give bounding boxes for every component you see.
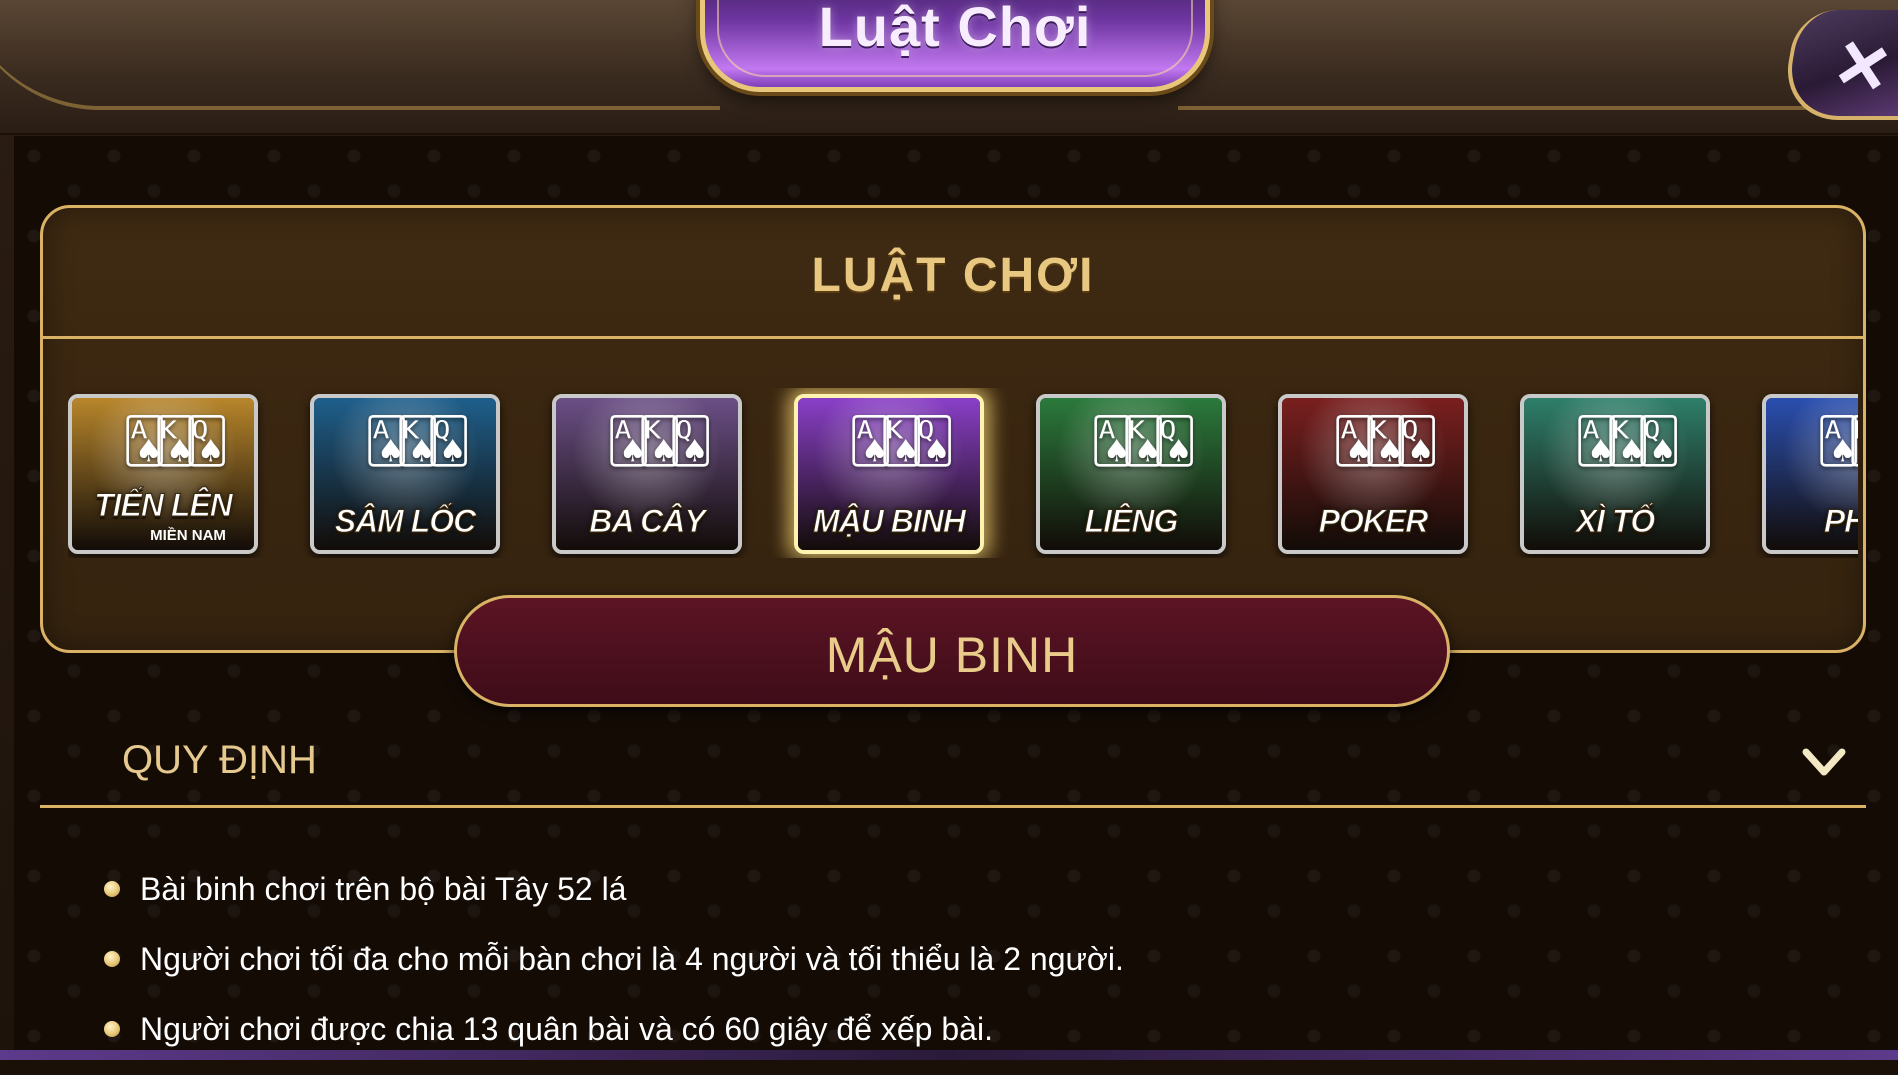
panel-divider bbox=[43, 336, 1863, 339]
section-title: QUY ĐỊNH bbox=[122, 738, 317, 782]
panel-title: LUẬT CHƠI bbox=[811, 249, 1095, 302]
rule-item: Bài binh chơi trên bộ bài Tây 52 lá bbox=[100, 865, 1800, 935]
rule-text: Người chơi được chia 13 quân bài và có 6… bbox=[140, 1011, 993, 1047]
game-tile[interactable]: 🂡🂮🂭 POKER bbox=[1278, 394, 1468, 554]
chevron-down-icon[interactable] bbox=[1800, 742, 1848, 782]
window-bottom-border bbox=[0, 1050, 1898, 1060]
game-tile-label: LIÊNG bbox=[1084, 503, 1179, 540]
window-title: Luật Chơi bbox=[818, 0, 1092, 58]
playing-cards-icon: 🂡🂮🂭 bbox=[1090, 417, 1197, 466]
game-tile[interactable]: 🂡🂮🂭 BA CÂY bbox=[552, 394, 742, 554]
game-tile-label: TIẾN LÊN bbox=[94, 487, 234, 524]
bullet-icon bbox=[104, 1021, 120, 1037]
header-ornament-left bbox=[0, 0, 720, 110]
game-tile[interactable]: 🂡🂮🂭 TIẾN LÊN MIỀN NAM bbox=[68, 394, 258, 554]
game-tile-label: BA CÂY bbox=[589, 503, 706, 540]
playing-cards-icon: 🂡🂮🂭 bbox=[122, 417, 229, 466]
rule-text: Bài binh chơi trên bộ bài Tây 52 lá bbox=[140, 871, 627, 907]
playing-cards-icon: 🂡🂮🂭 bbox=[1574, 417, 1681, 466]
rule-item: Người chơi tối đa cho mỗi bàn chơi là 4 … bbox=[100, 935, 1800, 1005]
playing-cards-icon: 🂡🂮🂭 bbox=[364, 417, 471, 466]
game-tile[interactable]: 🂡🂮🂭 MẬU BINH bbox=[794, 394, 984, 554]
game-tile-label: PHỎ bbox=[1823, 503, 1858, 540]
bullet-icon bbox=[104, 881, 120, 897]
rule-item: Người chơi được chia 13 quân bài và có 6… bbox=[100, 1005, 1800, 1075]
rule-text: Người chơi tối đa cho mỗi bàn chơi là 4 … bbox=[140, 941, 1124, 977]
bullet-icon bbox=[104, 951, 120, 967]
game-selector-panel: LUẬT CHƠI 🂡🂮🂭 TIẾN LÊN MIỀN NAM 🂡🂮🂭 SÂM LỐC 🂡… bbox=[40, 205, 1866, 653]
game-tile[interactable]: 🂡🂮🂭 XÌ TỐ bbox=[1520, 394, 1710, 554]
rules-window: Luật Chơi × LUẬT CHƠI 🂡🂮🂭 TIẾN LÊN MIỀN NA… bbox=[0, 0, 1898, 1060]
game-tile-label: POKER bbox=[1318, 503, 1429, 540]
game-tile[interactable]: 🂡🂮🂭 PHỎ bbox=[1762, 394, 1858, 554]
game-tile-label: MẬU BINH bbox=[813, 503, 967, 540]
rules-section-header[interactable]: QUY ĐỊNH bbox=[40, 730, 1866, 810]
selected-game-banner: MẬU BINH bbox=[454, 595, 1450, 707]
selected-game-name: MẬU BINH bbox=[825, 627, 1079, 683]
game-tile-label: SÂM LỐC bbox=[334, 503, 477, 540]
playing-cards-icon: 🂡🂮🂭 bbox=[1816, 417, 1858, 466]
game-tile[interactable]: 🂡🂮🂭 LIÊNG bbox=[1036, 394, 1226, 554]
game-tile[interactable]: 🂡🂮🂭 SÂM LỐC bbox=[310, 394, 500, 554]
playing-cards-icon: 🂡🂮🂭 bbox=[848, 417, 955, 466]
rules-list: Bài binh chơi trên bộ bài Tây 52 lá Ngườ… bbox=[100, 865, 1800, 1075]
playing-cards-icon: 🂡🂮🂭 bbox=[1332, 417, 1439, 466]
section-divider bbox=[40, 805, 1866, 808]
playing-cards-icon: 🂡🂮🂭 bbox=[606, 417, 713, 466]
game-tile-label: XÌ TỐ bbox=[1575, 503, 1656, 540]
game-tile-sublabel: MIỀN NAM bbox=[150, 527, 226, 544]
game-carousel[interactable]: 🂡🂮🂭 TIẾN LÊN MIỀN NAM 🂡🂮🂭 SÂM LỐC 🂡🂮🂭 BA CÂY 🂡🂮… bbox=[68, 388, 1858, 558]
